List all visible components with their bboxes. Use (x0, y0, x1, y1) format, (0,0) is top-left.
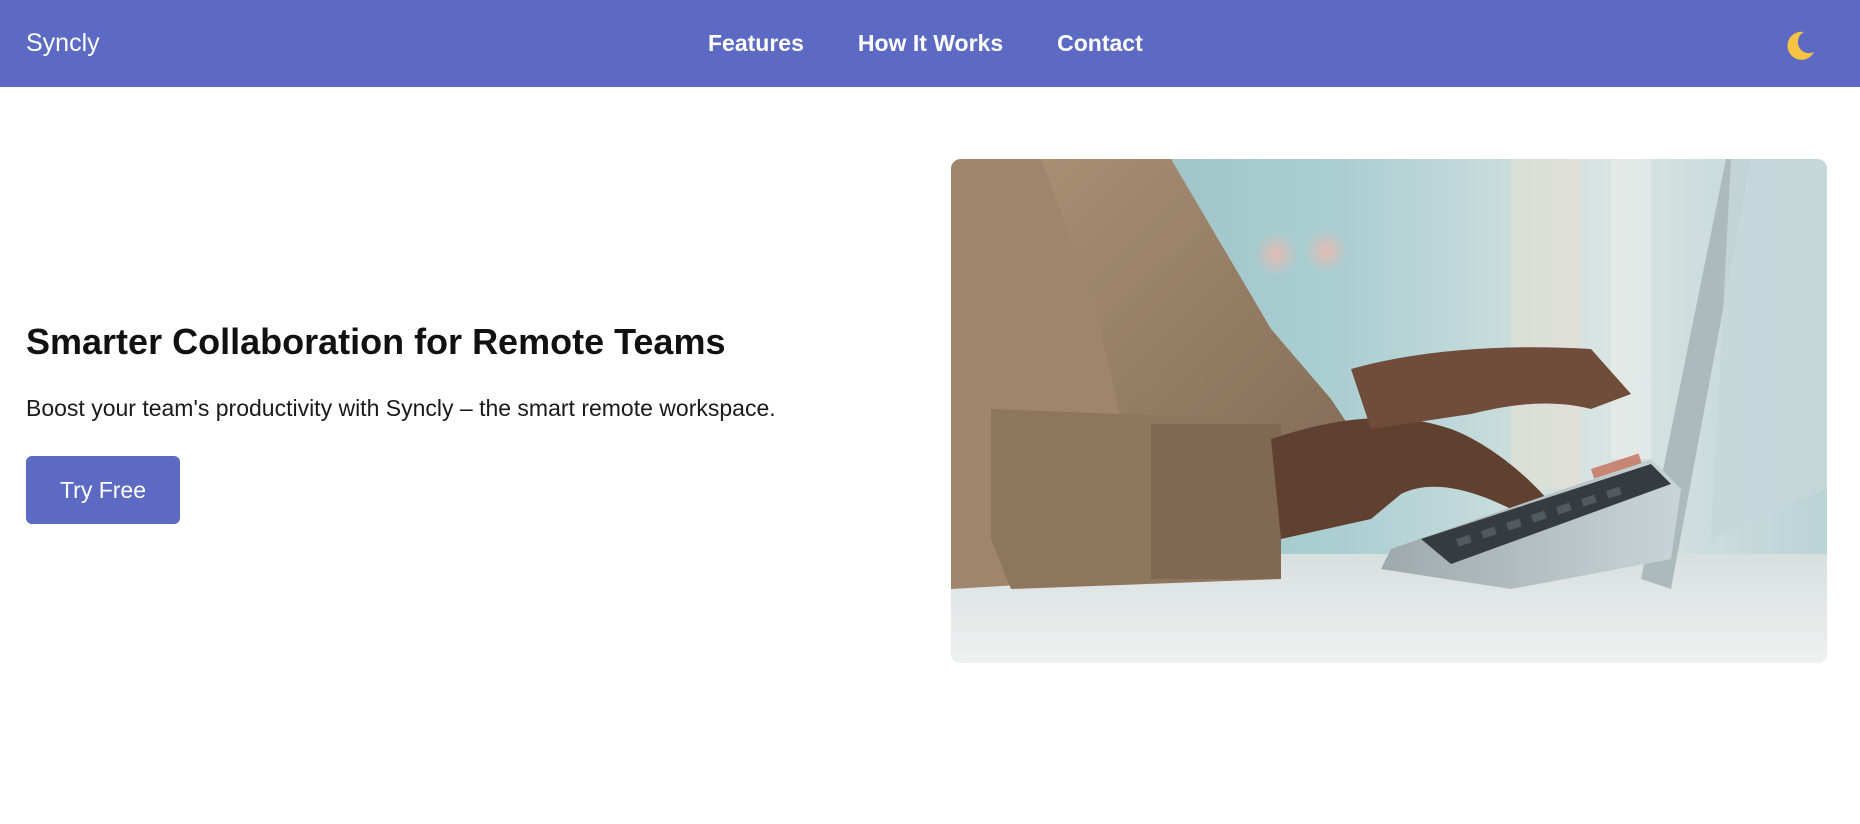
nav-link-contact[interactable]: Contact (1057, 27, 1143, 59)
hero-text-block: Smarter Collaboration for Remote Teams B… (26, 318, 906, 524)
brand-logo-link[interactable]: Syncly (26, 27, 100, 59)
main-nav: Features How It Works Contact (708, 27, 1143, 59)
hero-subtitle: Boost your team's productivity with Sync… (26, 395, 776, 421)
nav-link-how-it-works[interactable]: How It Works (858, 27, 1003, 59)
hero-image (951, 159, 1827, 663)
moon-icon (1787, 31, 1814, 60)
hero-title: Smarter Collaboration for Remote Teams (26, 321, 726, 362)
nav-link-features[interactable]: Features (708, 27, 804, 59)
try-free-button[interactable]: Try Free (26, 456, 180, 524)
laptop-typing-photo (951, 159, 1827, 663)
top-navbar: Syncly Features How It Works Contact (0, 0, 1860, 87)
theme-toggle-button[interactable] (1782, 28, 1818, 64)
